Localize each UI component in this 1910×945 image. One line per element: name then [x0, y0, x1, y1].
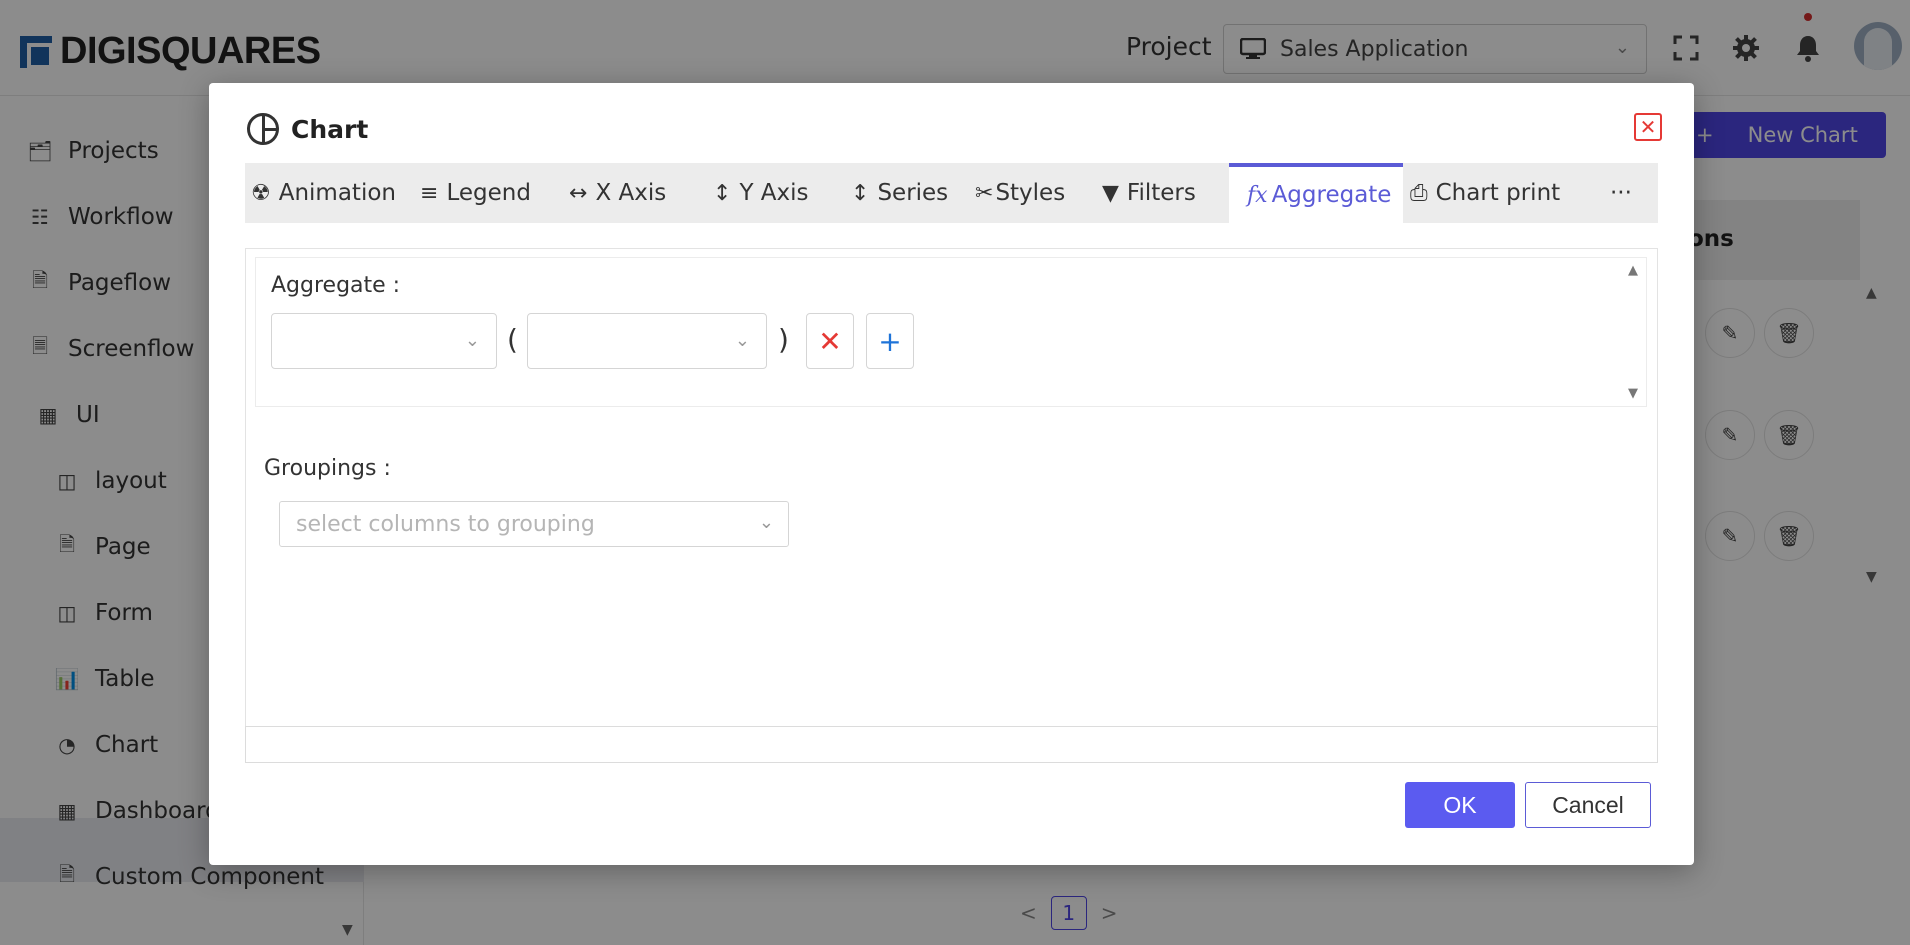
tab-animation[interactable]: ☢ Animation: [247, 163, 407, 223]
tab-bar: ☢ Animation ≡ Legend ↔ X Axis ↕ Y Axis ↕…: [245, 163, 1658, 223]
tab-label: Legend: [446, 180, 531, 206]
tab-y-axis[interactable]: ↕ Y Axis: [713, 163, 833, 223]
dialog-title: Chart: [291, 114, 369, 144]
aggregate-column-select[interactable]: ⌄: [527, 313, 767, 369]
ok-button[interactable]: OK: [1405, 782, 1515, 828]
tab-label: Styles: [995, 180, 1066, 206]
open-paren: (: [507, 323, 518, 356]
chevron-down-icon: ⌄: [464, 330, 480, 351]
fx-icon: fx: [1247, 182, 1268, 208]
close-icon: ✕: [818, 324, 842, 358]
vertical-arrows-icon: ↕: [851, 180, 870, 206]
groupings-placeholder: select columns to grouping: [296, 511, 595, 537]
close-button[interactable]: ✕: [1634, 113, 1662, 141]
close-paren: ): [778, 323, 789, 356]
tab-filters[interactable]: ▼ Filters: [1090, 163, 1223, 223]
vertical-arrows-icon: ↕: [713, 180, 732, 206]
tab-label: X Axis: [595, 180, 667, 206]
close-icon: ✕: [1639, 115, 1657, 139]
filter-icon: ▼: [1102, 180, 1119, 206]
aggregate-label: Aggregate :: [271, 273, 401, 298]
tab-series[interactable]: ↕ Series: [837, 163, 957, 223]
printer-icon: ⎙: [1410, 180, 1428, 206]
horizontal-arrows-icon: ↔: [569, 180, 588, 206]
scroll-up-icon[interactable]: ▲: [1628, 263, 1638, 278]
remove-aggregate-button[interactable]: ✕: [806, 313, 854, 369]
aggregate-function-select[interactable]: ⌄: [271, 313, 497, 369]
chevron-down-icon: ⌄: [734, 330, 750, 351]
groupings-select[interactable]: select columns to grouping ⌄: [279, 501, 789, 547]
cancel-button[interactable]: Cancel: [1525, 782, 1651, 828]
radiation-icon: ☢: [251, 180, 271, 206]
tab-styles[interactable]: ✂ Styles: [961, 163, 1085, 223]
tab-chart-print[interactable]: ⎙ Chart print: [1410, 163, 1580, 223]
tab-label: Series: [877, 180, 949, 206]
scroll-down-icon[interactable]: ▼: [1628, 386, 1638, 401]
tab-more[interactable]: ···: [1610, 163, 1650, 223]
tab-aggregate[interactable]: fx Aggregate: [1229, 163, 1403, 223]
tab-label: Y Axis: [739, 180, 809, 206]
chevron-down-icon: ⌄: [758, 512, 774, 533]
groupings-label: Groupings :: [264, 456, 391, 481]
tab-label: Chart print: [1435, 180, 1561, 206]
panel-footer: [245, 726, 1658, 763]
tab-label: Animation: [278, 180, 396, 206]
dialog-header: Chart: [247, 113, 368, 145]
more-icon: ···: [1610, 180, 1632, 206]
chart-pie-icon: [247, 113, 279, 145]
add-aggregate-button[interactable]: +: [866, 313, 914, 369]
plus-icon: +: [878, 324, 902, 358]
tab-label: Aggregate: [1271, 182, 1392, 208]
tab-x-axis[interactable]: ↔ X Axis: [569, 163, 694, 223]
chart-dialog: Chart ✕ ☢ Animation ≡ Legend ↔ X Axis ↕ …: [209, 83, 1694, 865]
lines-icon: ≡: [420, 180, 439, 206]
paint-bucket-icon: ✂: [975, 180, 994, 206]
tab-legend[interactable]: ≡ Legend: [420, 163, 560, 223]
tab-label: Filters: [1126, 180, 1196, 206]
